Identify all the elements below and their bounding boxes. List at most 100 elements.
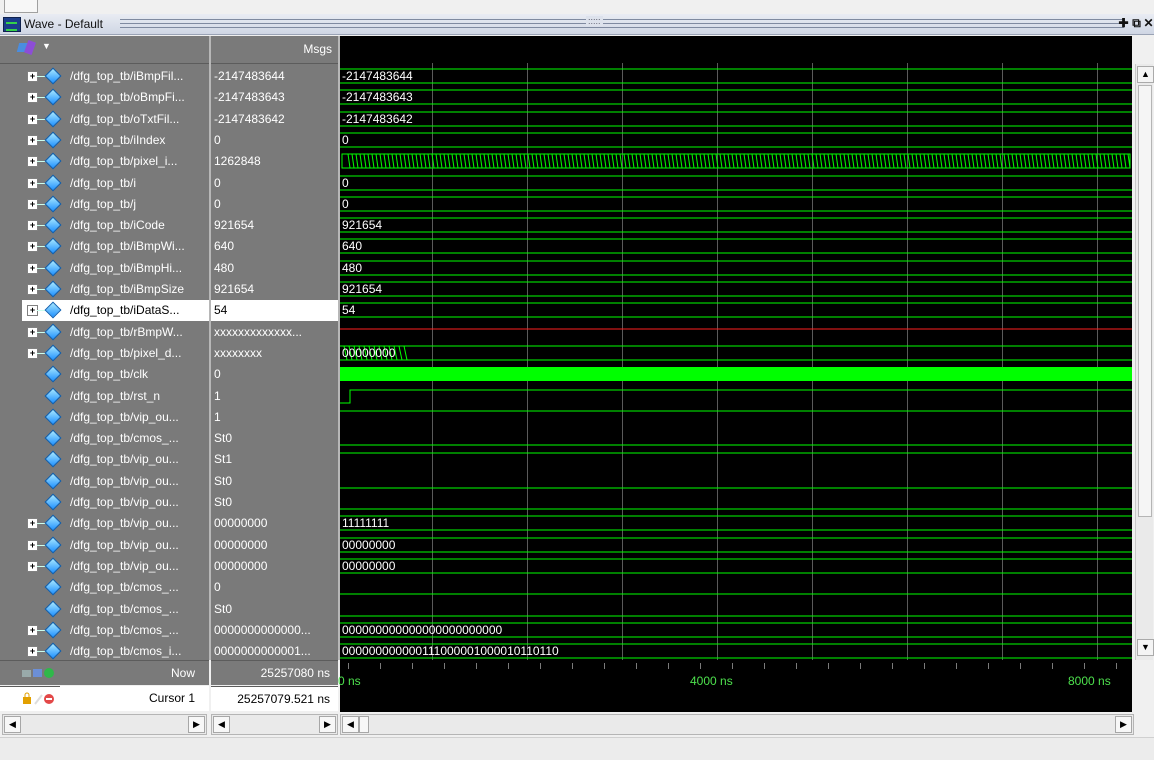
signal-row[interactable]: +/dfg_top_tb/cmos_i... 0000000000001...: [0, 641, 338, 662]
signal-row[interactable]: +/dfg_top_tb/oTxtFil... -2147483642: [0, 109, 338, 130]
waveform-trace[interactable]: [340, 322, 1132, 343]
names-scroll-left[interactable]: ◀: [4, 716, 21, 733]
waveform-trace[interactable]: 921654: [340, 279, 1132, 300]
signal-row[interactable]: +/dfg_top_tb/vip_ou... 00000000: [0, 556, 338, 577]
signal-name: /dfg_top_tb/iBmpFil...: [70, 69, 184, 83]
time-tick: [988, 663, 989, 669]
waveform-trace[interactable]: -2147483643: [340, 87, 1132, 108]
signal-row[interactable]: /dfg_top_tb/cmos_... St0: [0, 599, 338, 620]
waveform-trace[interactable]: 640: [340, 236, 1132, 257]
signal-name: /dfg_top_tb/vip_ou...: [70, 538, 179, 552]
wave-scroll-right[interactable]: ▶: [1115, 716, 1132, 733]
waveform-trace[interactable]: -2147483642: [340, 109, 1132, 130]
signal-name: /dfg_top_tb/pixel_d...: [70, 346, 182, 360]
waveform-trace[interactable]: 0: [340, 173, 1132, 194]
signal-diamond-icon: [44, 344, 62, 362]
footer-tools-icon[interactable]: [22, 666, 58, 680]
signal-row[interactable]: +/dfg_top_tb/pixel_i... 1262848: [0, 151, 338, 172]
values-hscrollbar[interactable]: ◀ ▶: [211, 714, 338, 735]
signal-row[interactable]: +/dfg_top_tb/vip_ou... 00000000: [0, 513, 338, 534]
now-value-cell: 25257080 ns: [211, 660, 338, 685]
waveform-trace[interactable]: [340, 428, 1132, 449]
waveform-trace[interactable]: 0: [340, 194, 1132, 215]
signal-row[interactable]: +/dfg_top_tb/cmos_... 0000000000000...: [0, 620, 338, 641]
signal-row[interactable]: /dfg_top_tb/rst_n 1: [0, 386, 338, 407]
waveform-trace[interactable]: [340, 471, 1132, 492]
signal-row[interactable]: /dfg_top_tb/clk 0: [0, 364, 338, 385]
time-ruler[interactable]: 0 ns 4000 ns 8000 ns: [338, 660, 1132, 689]
waveform-trace[interactable]: 54: [340, 300, 1132, 321]
waveform-trace[interactable]: [340, 492, 1132, 513]
signal-row[interactable]: /dfg_top_tb/cmos_... St0: [0, 428, 338, 449]
signal-name: /dfg_top_tb/pixel_i...: [70, 154, 178, 168]
signal-row[interactable]: +/dfg_top_tb/pixel_d... xxxxxxxx: [0, 343, 338, 364]
waveform-trace[interactable]: 00000000: [340, 535, 1132, 556]
waveform-trace[interactable]: [340, 386, 1132, 407]
footer-icons[interactable]: [22, 666, 58, 680]
waveform-trace[interactable]: [340, 364, 1132, 385]
waveform-trace[interactable]: 00000000: [340, 556, 1132, 577]
signal-value: 54: [214, 303, 228, 317]
wave-value: 000000000000111000001000010110110: [342, 644, 559, 658]
toolbar-tab[interactable]: [4, 0, 38, 13]
signal-value: xxxxxxxxxxxxx...: [214, 325, 303, 339]
signal-name: /dfg_top_tb/iBmpWi...: [70, 239, 185, 253]
signal-row[interactable]: /dfg_top_tb/vip_ou... St0: [0, 471, 338, 492]
wave-scroll-left[interactable]: ◀: [342, 716, 359, 733]
names-hscrollbar[interactable]: ◀ ▶: [2, 714, 207, 735]
waveform-trace[interactable]: [340, 599, 1132, 620]
signal-row[interactable]: +/dfg_top_tb/i 0: [0, 173, 338, 194]
waveform-trace[interactable]: -2147483644: [340, 66, 1132, 87]
wave-scroll-thumb[interactable]: [359, 716, 369, 733]
waveform-trace[interactable]: [340, 407, 1132, 428]
signal-row[interactable]: +/dfg_top_tb/iCode 921654: [0, 215, 338, 236]
close-icon[interactable]: ✕: [1142, 16, 1154, 30]
signal-row[interactable]: +/dfg_top_tb/iBmpWi... 640: [0, 236, 338, 257]
palette-icon[interactable]: [18, 40, 36, 56]
waveform-trace[interactable]: 0: [340, 130, 1132, 151]
signal-diamond-icon: [44, 450, 62, 468]
signal-row[interactable]: +/dfg_top_tb/j 0: [0, 194, 338, 215]
names-scroll-right[interactable]: ▶: [188, 716, 205, 733]
signal-row[interactable]: +/dfg_top_tb/iBmpHi... 480: [0, 258, 338, 279]
signal-row[interactable]: /dfg_top_tb/vip_ou... St1: [0, 449, 338, 470]
waveform-trace[interactable]: 00000000: [340, 343, 1132, 364]
signal-name: /dfg_top_tb/rst_n: [70, 389, 161, 403]
signal-row[interactable]: +/dfg_top_tb/iIndex 0: [0, 130, 338, 151]
waveform-trace[interactable]: 000000000000000000000000: [340, 620, 1132, 641]
dock-plus-icon[interactable]: ✚: [1117, 16, 1130, 30]
waveform-trace[interactable]: 921654: [340, 215, 1132, 236]
cursor-bar[interactable]: [340, 689, 1132, 712]
waveform-trace[interactable]: [340, 449, 1132, 470]
scroll-down-button[interactable]: ▼: [1137, 639, 1154, 656]
msgs-label: Msgs: [303, 42, 332, 56]
scroll-thumb[interactable]: [1138, 85, 1152, 517]
waveform-trace[interactable]: [340, 577, 1132, 598]
time-tick: [732, 663, 733, 669]
signal-row[interactable]: +/dfg_top_tb/vip_ou... 00000000: [0, 535, 338, 556]
signal-diamond-icon: [44, 280, 62, 298]
cursor-value-cell[interactable]: 25257079.521 ns: [211, 686, 338, 711]
signal-row[interactable]: +/dfg_top_tb/oBmpFi... -2147483643: [0, 87, 338, 108]
signal-row[interactable]: +/dfg_top_tb/iDataS... 54: [0, 300, 338, 321]
signal-name: /dfg_top_tb/i: [70, 176, 137, 190]
signal-row[interactable]: +/dfg_top_tb/iBmpSize 921654: [0, 279, 338, 300]
waveform-trace[interactable]: 480: [340, 258, 1132, 279]
waveform-trace[interactable]: [340, 151, 1132, 172]
waveform-trace[interactable]: 11111111: [340, 513, 1132, 534]
wave-hscrollbar[interactable]: ◀ ▶: [340, 714, 1134, 735]
signal-row[interactable]: +/dfg_top_tb/rBmpW... xxxxxxxxxxxxx...: [0, 322, 338, 343]
signal-row[interactable]: /dfg_top_tb/vip_ou... St0: [0, 492, 338, 513]
signal-row[interactable]: +/dfg_top_tb/iBmpFil... -2147483644: [0, 66, 338, 87]
signal-diamond-icon: [44, 557, 62, 575]
values-scroll-left[interactable]: ◀: [213, 716, 230, 733]
scroll-up-button[interactable]: ▲: [1137, 66, 1154, 83]
signal-row[interactable]: /dfg_top_tb/cmos_... 0: [0, 577, 338, 598]
waveform-trace[interactable]: 000000000000111000001000010110110: [340, 641, 1132, 662]
signal-row[interactable]: /dfg_top_tb/vip_ou... 1: [0, 407, 338, 428]
vertical-scrollbar[interactable]: ▲ ▼: [1135, 64, 1154, 660]
values-scroll-right[interactable]: ▶: [319, 716, 336, 733]
cursor-label-cell[interactable]: Cursor 1: [0, 686, 209, 711]
titlebar-grip[interactable]: [120, 19, 1124, 28]
chevron-down-icon[interactable]: ▼: [42, 41, 51, 51]
